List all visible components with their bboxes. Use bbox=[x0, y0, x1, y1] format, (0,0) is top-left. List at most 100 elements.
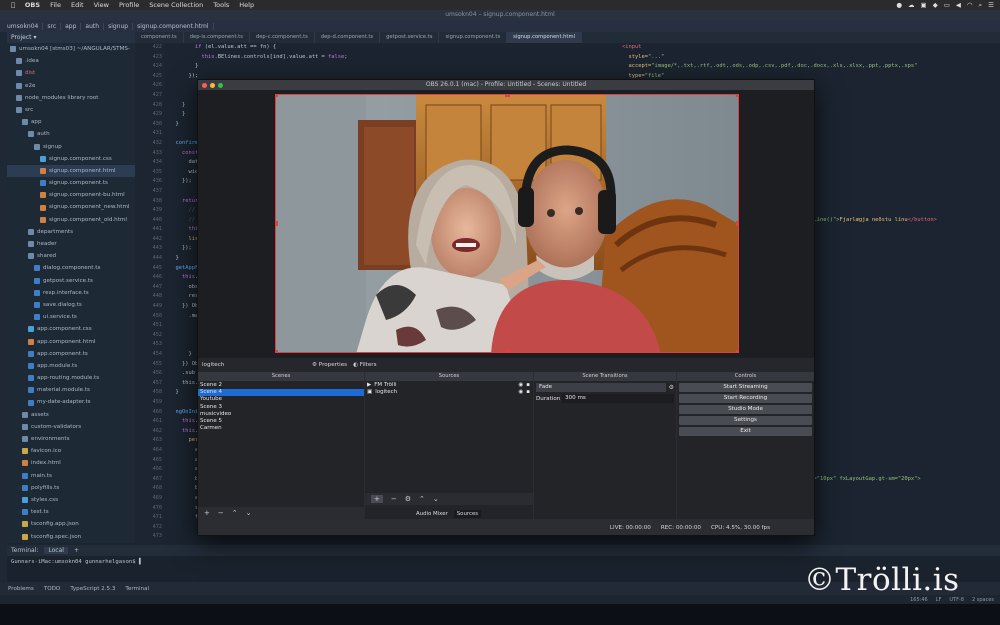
scene-item[interactable]: Carmen bbox=[198, 425, 364, 432]
move-up-icon[interactable]: ⌃ bbox=[232, 509, 238, 517]
tree-folder[interactable]: header bbox=[7, 238, 135, 250]
volume-icon[interactable]: ◀ bbox=[956, 1, 961, 9]
gear-icon[interactable]: ⚙ bbox=[669, 384, 674, 391]
tree-file[interactable]: save.dialog.ts bbox=[7, 299, 135, 311]
start-streaming-button[interactable]: Start Streaming bbox=[679, 382, 812, 392]
cast-icon[interactable]: ▭ bbox=[944, 1, 950, 9]
editor-tab[interactable]: component.ts bbox=[135, 32, 184, 43]
tree-file[interactable]: app-routing.module.ts bbox=[7, 372, 135, 384]
crumb-file[interactable]: signup.component.html bbox=[133, 22, 214, 30]
terminal-tab-local[interactable]: Local bbox=[44, 547, 68, 554]
filters-button[interactable]: ◐ Filters bbox=[353, 362, 376, 368]
tree-file[interactable]: index.html bbox=[7, 457, 135, 469]
resize-handle[interactable] bbox=[276, 95, 278, 97]
duration-input[interactable]: 300 ms bbox=[562, 394, 674, 403]
tree-folder[interactable]: custom-validators bbox=[7, 421, 135, 433]
scene-item[interactable]: musicvideo bbox=[198, 411, 364, 418]
tree-file[interactable]: dialog.component.ts bbox=[7, 262, 135, 274]
tree-folder[interactable]: node_modules library root bbox=[7, 92, 135, 104]
menu-help[interactable]: Help bbox=[234, 1, 259, 9]
tab-sources[interactable]: Sources bbox=[453, 510, 482, 518]
status-icon[interactable]: ● bbox=[896, 1, 902, 9]
crumb-app[interactable]: app bbox=[61, 22, 82, 30]
project-panel-header[interactable]: Project ▾ bbox=[7, 32, 135, 43]
webcam-feed[interactable] bbox=[275, 94, 739, 353]
transition-select[interactable]: Fade bbox=[536, 383, 666, 392]
tree-file[interactable]: app.component.css bbox=[7, 323, 135, 335]
editor-tab[interactable]: signup.component.ts bbox=[439, 32, 508, 43]
tree-file[interactable]: app.module.ts bbox=[7, 360, 135, 372]
menu-file[interactable]: File bbox=[45, 1, 66, 9]
shield-icon[interactable]: ◆ bbox=[933, 1, 938, 9]
indent[interactable]: 2 spaces bbox=[972, 597, 994, 603]
scene-item[interactable]: Scene 5 bbox=[198, 418, 364, 425]
resize-handle[interactable] bbox=[505, 95, 510, 97]
move-down-icon[interactable]: ⌄ bbox=[433, 495, 439, 503]
editor-tab-active[interactable]: signup.component.html bbox=[507, 32, 582, 43]
resize-handle[interactable] bbox=[736, 95, 738, 97]
editor-tab[interactable]: dep-is.component.ts bbox=[184, 32, 250, 43]
tree-file[interactable]: signup.component_old.html bbox=[7, 214, 135, 226]
tree-folder[interactable]: shared bbox=[7, 250, 135, 262]
eye-icon[interactable]: ◉ bbox=[518, 389, 523, 396]
tree-folder[interactable]: assets bbox=[7, 409, 135, 421]
crumb-signup[interactable]: signup bbox=[104, 22, 134, 30]
tree-folder[interactable]: app bbox=[7, 116, 135, 128]
start-recording-button[interactable]: Start Recording bbox=[679, 393, 812, 403]
editor-tab[interactable]: getpost.service.ts bbox=[380, 32, 440, 43]
tree-file[interactable]: app.component.ts bbox=[7, 348, 135, 360]
tree-folder[interactable]: environments bbox=[7, 433, 135, 445]
tree-file[interactable]: tsconfig.spec.json bbox=[7, 531, 135, 543]
tree-folder[interactable]: dist bbox=[7, 67, 135, 79]
crumb-project[interactable]: umsokn04 bbox=[3, 22, 44, 30]
tree-folder[interactable]: signup bbox=[7, 141, 135, 153]
add-terminal-icon[interactable]: + bbox=[74, 547, 79, 554]
remove-icon[interactable]: − bbox=[218, 509, 224, 517]
tree-file[interactable]: my-date-adapter.ts bbox=[7, 396, 135, 408]
editor-tab[interactable]: dep-c.component.ts bbox=[250, 32, 315, 43]
wifi-icon[interactable]: ◠ bbox=[967, 1, 973, 9]
add-icon[interactable]: + bbox=[371, 495, 383, 503]
tree-folder[interactable]: src bbox=[7, 104, 135, 116]
resize-handle[interactable] bbox=[736, 221, 738, 226]
scene-item[interactable]: Scene 2 bbox=[198, 382, 364, 389]
tab-audio-mixer[interactable]: Audio Mixer bbox=[413, 510, 451, 518]
tree-file[interactable]: ui.service.ts bbox=[7, 311, 135, 323]
tree-file[interactable]: resp.interface.ts bbox=[7, 287, 135, 299]
tree-file[interactable]: signup.component_new.html bbox=[7, 201, 135, 213]
tree-file[interactable]: signup.component.css bbox=[7, 153, 135, 165]
menu-view[interactable]: View bbox=[89, 1, 114, 9]
add-icon[interactable]: + bbox=[204, 509, 210, 517]
menu-obs[interactable]: OBS bbox=[20, 1, 45, 9]
properties-button[interactable]: ⚙ Properties bbox=[312, 362, 347, 368]
exit-button[interactable]: Exit bbox=[679, 426, 812, 436]
crumb-src[interactable]: src bbox=[43, 22, 62, 30]
tree-file[interactable]: app.component.html bbox=[7, 336, 135, 348]
source-item[interactable]: ▶ FM Trölli ◉ ▪ bbox=[365, 382, 533, 389]
minimize-icon[interactable] bbox=[210, 82, 215, 88]
tree-file[interactable]: test.ts bbox=[7, 506, 135, 518]
eye-icon[interactable]: ◉ bbox=[518, 382, 523, 389]
lock-icon[interactable]: ▪ bbox=[526, 382, 533, 389]
menu-list-icon[interactable]: ☰ bbox=[988, 1, 994, 9]
lock-icon[interactable]: ▪ bbox=[526, 389, 533, 396]
tree-folder[interactable]: .idea bbox=[7, 55, 135, 67]
scene-item[interactable]: Youtube bbox=[198, 396, 364, 403]
tree-folder[interactable]: departments bbox=[7, 226, 135, 238]
tree-folder[interactable]: e2e bbox=[7, 80, 135, 92]
studio-mode-button[interactable]: Studio Mode bbox=[679, 404, 812, 414]
tree-folder[interactable]: umsokn04 [stms03] ~/ANGULAR/STMS- bbox=[7, 43, 135, 55]
preview-area[interactable] bbox=[198, 90, 814, 358]
tree-file[interactable]: signup.component.ts bbox=[7, 177, 135, 189]
tree-file[interactable]: material.module.ts bbox=[7, 384, 135, 396]
search-icon[interactable]: ⌕ bbox=[979, 1, 983, 10]
scene-item-selected[interactable]: Scene 4 bbox=[198, 389, 364, 397]
settings-button[interactable]: Settings bbox=[679, 415, 812, 425]
tree-file[interactable]: signup.component-bu.html bbox=[7, 189, 135, 201]
apple-icon[interactable]:  bbox=[6, 1, 20, 9]
resize-handle[interactable] bbox=[505, 350, 510, 352]
menu-scene-collection[interactable]: Scene Collection bbox=[144, 1, 208, 9]
resize-handle[interactable] bbox=[736, 350, 738, 352]
tree-file[interactable]: polyfills.ts bbox=[7, 482, 135, 494]
menu-tools[interactable]: Tools bbox=[208, 1, 234, 9]
